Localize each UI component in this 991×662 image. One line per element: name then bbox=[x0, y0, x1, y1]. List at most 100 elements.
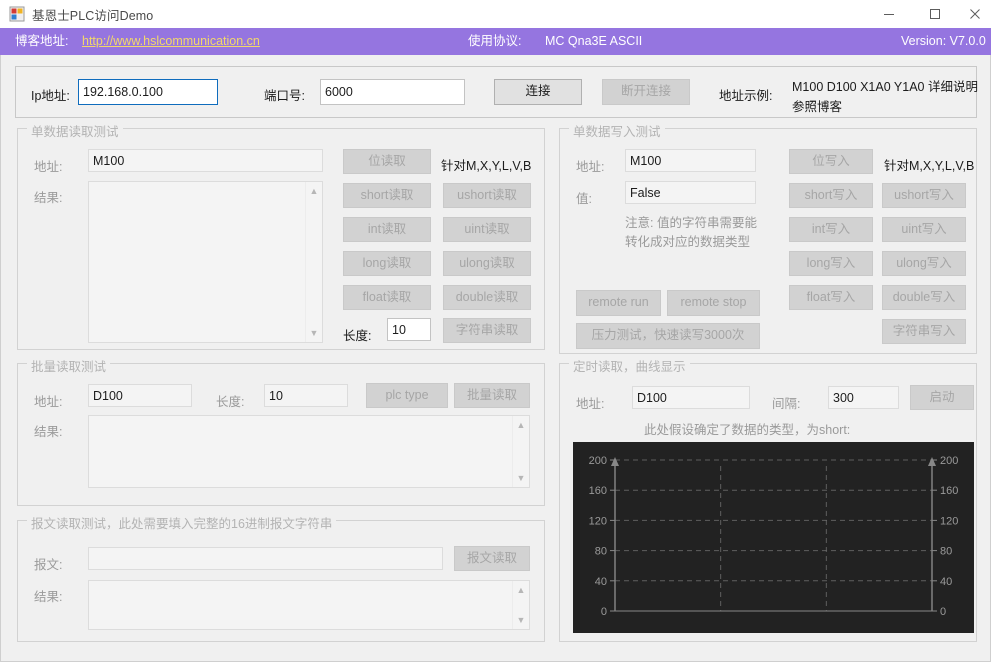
svg-text:40: 40 bbox=[595, 576, 607, 588]
string-read-button[interactable]: 字符串读取 bbox=[443, 318, 531, 343]
single-write-value-label: 值: bbox=[576, 192, 592, 206]
timed-read-interval-input[interactable] bbox=[828, 386, 899, 409]
close-icon bbox=[969, 9, 980, 19]
message-input[interactable] bbox=[88, 547, 443, 570]
single-read-hint: 针对M,X,Y,L,V,B bbox=[441, 159, 532, 173]
svg-text:40: 40 bbox=[940, 576, 952, 588]
protocol-label: 使用协议: bbox=[468, 34, 522, 48]
scroll-down-icon[interactable]: ▼ bbox=[306, 325, 322, 341]
svg-text:160: 160 bbox=[940, 485, 958, 497]
connection-panel: Ip地址: 端口号: 连接 断开连接 地址示例: M100 D100 X1A0 … bbox=[15, 66, 978, 118]
single-read-group: 单数据读取测试 地址: 结果: ▲ ▼ 位读取 针对M,X,Y,L,V,B sh… bbox=[17, 121, 545, 350]
float-write-button[interactable]: float写入 bbox=[789, 285, 873, 310]
single-write-group: 单数据写入测试 地址: 值: 注意: 值的字符串需要能 转化成对应的数据类型 r… bbox=[559, 121, 977, 354]
single-read-result-label: 结果: bbox=[34, 191, 63, 205]
connect-button[interactable]: 连接 bbox=[494, 79, 582, 105]
ushort-read-button[interactable]: ushort读取 bbox=[443, 183, 531, 208]
int-read-button[interactable]: int读取 bbox=[343, 217, 431, 242]
chart-background bbox=[573, 442, 974, 633]
int-write-button[interactable]: int写入 bbox=[789, 217, 873, 242]
batch-read-length-input[interactable] bbox=[264, 384, 348, 407]
scroll-down-icon[interactable]: ▼ bbox=[513, 612, 529, 628]
svg-text:120: 120 bbox=[589, 515, 607, 527]
single-read-address-label: 地址: bbox=[34, 160, 63, 174]
ulong-write-button[interactable]: ulong写入 bbox=[882, 251, 966, 276]
double-write-button[interactable]: double写入 bbox=[882, 285, 966, 310]
batch-read-address-input[interactable] bbox=[88, 384, 192, 407]
scroll-up-icon[interactable]: ▲ bbox=[306, 183, 322, 199]
batch-read-result-box[interactable]: ▲ ▼ bbox=[88, 415, 530, 488]
batch-read-scrollbar[interactable]: ▲ ▼ bbox=[512, 416, 529, 487]
single-write-address-label: 地址: bbox=[576, 160, 605, 174]
svg-text:120: 120 bbox=[940, 515, 958, 527]
single-read-length-label: 长度: bbox=[343, 329, 372, 343]
minimize-button[interactable] bbox=[866, 0, 912, 28]
message-read-button[interactable]: 报文读取 bbox=[454, 546, 530, 571]
single-write-note-line1: 注意: 值的字符串需要能 bbox=[625, 216, 757, 230]
single-write-address-input[interactable] bbox=[625, 149, 756, 172]
close-button[interactable] bbox=[958, 0, 991, 28]
message-read-scrollbar[interactable]: ▲ ▼ bbox=[512, 581, 529, 629]
float-read-button[interactable]: float读取 bbox=[343, 285, 431, 310]
address-example-label: 地址示例: bbox=[719, 89, 773, 103]
single-read-length-input[interactable] bbox=[387, 318, 431, 341]
scroll-up-icon[interactable]: ▲ bbox=[513, 417, 529, 433]
long-write-button[interactable]: long写入 bbox=[789, 251, 873, 276]
single-read-result-box[interactable]: ▲ ▼ bbox=[88, 181, 323, 343]
message-read-title: 报文读取测试，此处需要填入完整的16进制报文字符串 bbox=[27, 513, 337, 532]
timed-read-interval-label: 间隔: bbox=[772, 397, 801, 411]
protocol-value: MC Qna3E ASCII bbox=[545, 34, 643, 48]
plc-type-button[interactable]: plc type bbox=[366, 383, 448, 408]
blog-address-label: 博客地址: bbox=[15, 34, 69, 48]
stress-test-button[interactable]: 压力测试，快速读写3000次 bbox=[576, 323, 760, 349]
maximize-icon bbox=[930, 9, 940, 19]
uint-read-button[interactable]: uint读取 bbox=[443, 217, 531, 242]
single-read-scrollbar[interactable]: ▲ ▼ bbox=[305, 182, 322, 342]
bit-read-button[interactable]: 位读取 bbox=[343, 149, 431, 174]
app-icon bbox=[9, 6, 25, 22]
uint-write-button[interactable]: uint写入 bbox=[882, 217, 966, 242]
port-input[interactable] bbox=[320, 79, 465, 105]
double-read-button[interactable]: double读取 bbox=[443, 285, 531, 310]
address-example-line2: 参照博客 bbox=[792, 100, 843, 114]
string-write-button[interactable]: 字符串写入 bbox=[882, 319, 966, 344]
version-label: Version: V7.0.0 bbox=[901, 34, 986, 48]
ulong-read-button[interactable]: ulong读取 bbox=[443, 251, 531, 276]
single-write-title: 单数据写入测试 bbox=[569, 121, 665, 140]
single-write-hint: 针对M,X,Y,L,V,B bbox=[884, 159, 975, 173]
curve-chart-svg: 0 0 40 40 80 80 120 120 160 160 200 200 bbox=[573, 442, 974, 633]
svg-text:200: 200 bbox=[589, 455, 607, 467]
remote-stop-button[interactable]: remote stop bbox=[667, 290, 760, 316]
single-read-address-input[interactable] bbox=[88, 149, 323, 172]
port-label: 端口号: bbox=[264, 89, 305, 103]
single-write-value-input[interactable] bbox=[625, 181, 756, 204]
ushort-write-button[interactable]: ushort写入 bbox=[882, 183, 966, 208]
bit-write-button[interactable]: 位写入 bbox=[789, 149, 873, 174]
batch-read-result-label: 结果: bbox=[34, 425, 63, 439]
short-write-button[interactable]: short写入 bbox=[789, 183, 873, 208]
batch-read-length-label: 长度: bbox=[216, 395, 245, 409]
ip-address-input[interactable] bbox=[78, 79, 218, 105]
svg-text:80: 80 bbox=[595, 546, 607, 558]
disconnect-button[interactable]: 断开连接 bbox=[602, 79, 690, 105]
short-read-button[interactable]: short读取 bbox=[343, 183, 431, 208]
timed-read-address-input[interactable] bbox=[632, 386, 750, 409]
svg-text:200: 200 bbox=[940, 455, 958, 467]
message-label: 报文: bbox=[34, 558, 63, 572]
address-example-line1: M100 D100 X1A0 Y1A0 详细说明 bbox=[792, 80, 978, 94]
timed-read-start-button[interactable]: 启动 bbox=[910, 385, 974, 410]
blog-url-link[interactable]: http://www.hslcommunication.cn bbox=[82, 28, 260, 55]
application-window: 基恩士PLC访问Demo 博客地址: http://www.hslcommuni… bbox=[0, 0, 991, 662]
message-result-label: 结果: bbox=[34, 590, 63, 604]
scroll-up-icon[interactable]: ▲ bbox=[513, 582, 529, 598]
remote-run-button[interactable]: remote run bbox=[576, 290, 661, 316]
long-read-button[interactable]: long读取 bbox=[343, 251, 431, 276]
svg-text:0: 0 bbox=[601, 606, 607, 618]
message-read-result-box[interactable]: ▲ ▼ bbox=[88, 580, 530, 630]
curve-chart: 0 0 40 40 80 80 120 120 160 160 200 200 bbox=[573, 442, 974, 633]
batch-read-group: 批量读取测试 地址: 长度: plc type 批量读取 结果: ▲ ▼ bbox=[17, 356, 545, 506]
batch-read-button[interactable]: 批量读取 bbox=[454, 383, 530, 408]
ip-address-label: Ip地址: bbox=[31, 89, 70, 103]
maximize-button[interactable] bbox=[912, 0, 958, 28]
scroll-down-icon[interactable]: ▼ bbox=[513, 470, 529, 486]
